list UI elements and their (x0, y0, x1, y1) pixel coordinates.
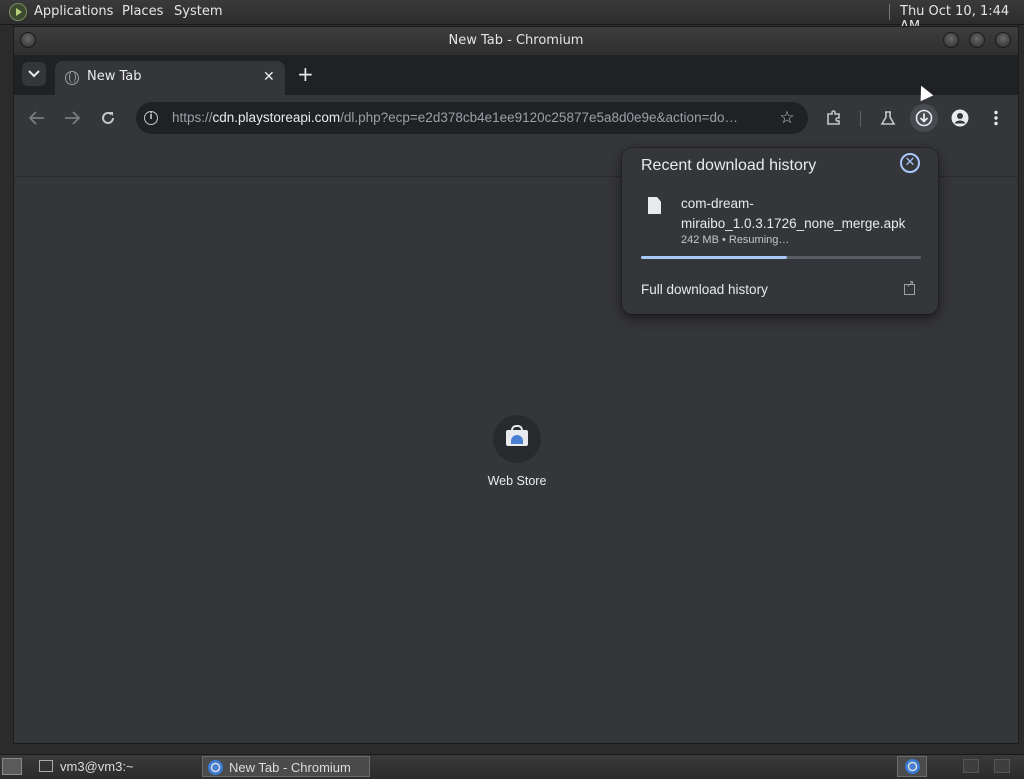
open-external-icon[interactable] (904, 279, 915, 295)
forward-button[interactable] (59, 105, 85, 131)
browser-window: New Tab - Chromium New Tab ✕ + i https:/… (13, 26, 1019, 744)
shortcut-web-store[interactable]: Web Store (472, 413, 562, 503)
bookmark-star-icon[interactable]: ☆ (774, 105, 800, 131)
tab-close-icon[interactable]: ✕ (263, 68, 275, 86)
site-info-icon[interactable]: i (144, 111, 158, 125)
workspace-2[interactable] (994, 759, 1010, 773)
downloads-button[interactable] (910, 104, 938, 132)
window-titlebar[interactable]: New Tab - Chromium (14, 27, 1018, 55)
maximize-button[interactable] (969, 32, 985, 48)
web-store-icon (493, 415, 541, 463)
workspace-1[interactable] (963, 759, 979, 773)
taskbar-item-label: vm3@vm3:~ (60, 759, 134, 774)
profile-button[interactable] (947, 105, 973, 131)
extensions-button[interactable] (821, 105, 847, 131)
places-menu[interactable]: Places (122, 4, 163, 19)
browser-menu-button[interactable] (983, 105, 1009, 131)
tray-chromium[interactable] (897, 756, 927, 777)
show-desktop-button[interactable] (2, 758, 22, 775)
download-bubble: Recent download history ✕ com-dream-mira… (622, 148, 938, 314)
window-menu-button[interactable] (20, 32, 36, 48)
tab-title: New Tab (87, 69, 142, 84)
tab-search-button[interactable] (22, 62, 46, 86)
taskbar-item-chromium[interactable]: New Tab - Chromium (202, 756, 370, 777)
new-tab-button[interactable]: + (297, 63, 314, 85)
download-icon (915, 109, 933, 127)
more-vertical-icon (994, 110, 998, 126)
url-path: /dl.php?ecp=e2d378cb4e1ee9120c25877e5a8d… (340, 110, 738, 125)
close-window-button[interactable] (995, 32, 1011, 48)
globe-icon (65, 71, 79, 85)
tab-strip: New Tab ✕ + (14, 55, 1018, 95)
flask-icon (880, 111, 896, 125)
shortcut-label: Web Store (487, 474, 547, 488)
taskbar-item-label: New Tab - Chromium (229, 760, 351, 775)
url-prefix: https:// (172, 110, 213, 125)
panel-separator (889, 4, 890, 20)
reload-button[interactable] (95, 105, 121, 131)
download-progress-fill (641, 256, 787, 259)
chevron-down-icon (28, 70, 40, 78)
url-host: cdn.playstoreapi.com (212, 110, 341, 125)
puzzle-icon (827, 110, 840, 125)
terminal-icon (39, 760, 53, 772)
chromium-icon (905, 759, 920, 774)
url-text[interactable]: https://cdn.playstoreapi.com/dl.php?ecp=… (172, 110, 762, 125)
browser-toolbar: i https://cdn.playstoreapi.com/dl.php?ec… (14, 95, 1018, 141)
person-icon (951, 109, 969, 127)
chromium-icon (208, 760, 223, 775)
download-progress-bar (641, 256, 921, 259)
file-icon (648, 197, 661, 214)
minimize-button[interactable] (943, 32, 959, 48)
arrow-left-icon (29, 111, 44, 125)
bottom-taskbar: vm3@vm3:~ New Tab - Chromium (0, 754, 1024, 779)
window-title: New Tab - Chromium (448, 33, 584, 48)
toolbar-divider (860, 111, 861, 127)
reload-icon (102, 111, 114, 124)
shopping-bag-icon (506, 425, 528, 446)
taskbar-item-terminal[interactable]: vm3@vm3:~ (34, 756, 194, 777)
arrow-right-icon (65, 111, 80, 125)
desktop-top-panel: Applications Places System Thu Oct 10, 1… (0, 0, 1024, 34)
address-bar[interactable]: i https://cdn.playstoreapi.com/dl.php?ec… (136, 102, 808, 134)
back-button[interactable] (24, 105, 50, 131)
system-menu[interactable]: System (174, 4, 222, 19)
full-download-history-link[interactable]: Full download history (641, 282, 768, 297)
download-file-name[interactable]: com-dream-miraibo_1.0.3.1726_none_merge.… (681, 194, 921, 234)
close-icon[interactable]: ✕ (900, 153, 920, 173)
tab-new-tab[interactable]: New Tab ✕ (55, 61, 285, 95)
download-bubble-title: Recent download history (641, 157, 817, 174)
download-status: 242 MB • Resuming… (681, 234, 790, 246)
applications-menu[interactable]: Applications (34, 4, 113, 19)
distro-logo-icon[interactable] (9, 3, 27, 21)
labs-button[interactable] (875, 105, 901, 131)
